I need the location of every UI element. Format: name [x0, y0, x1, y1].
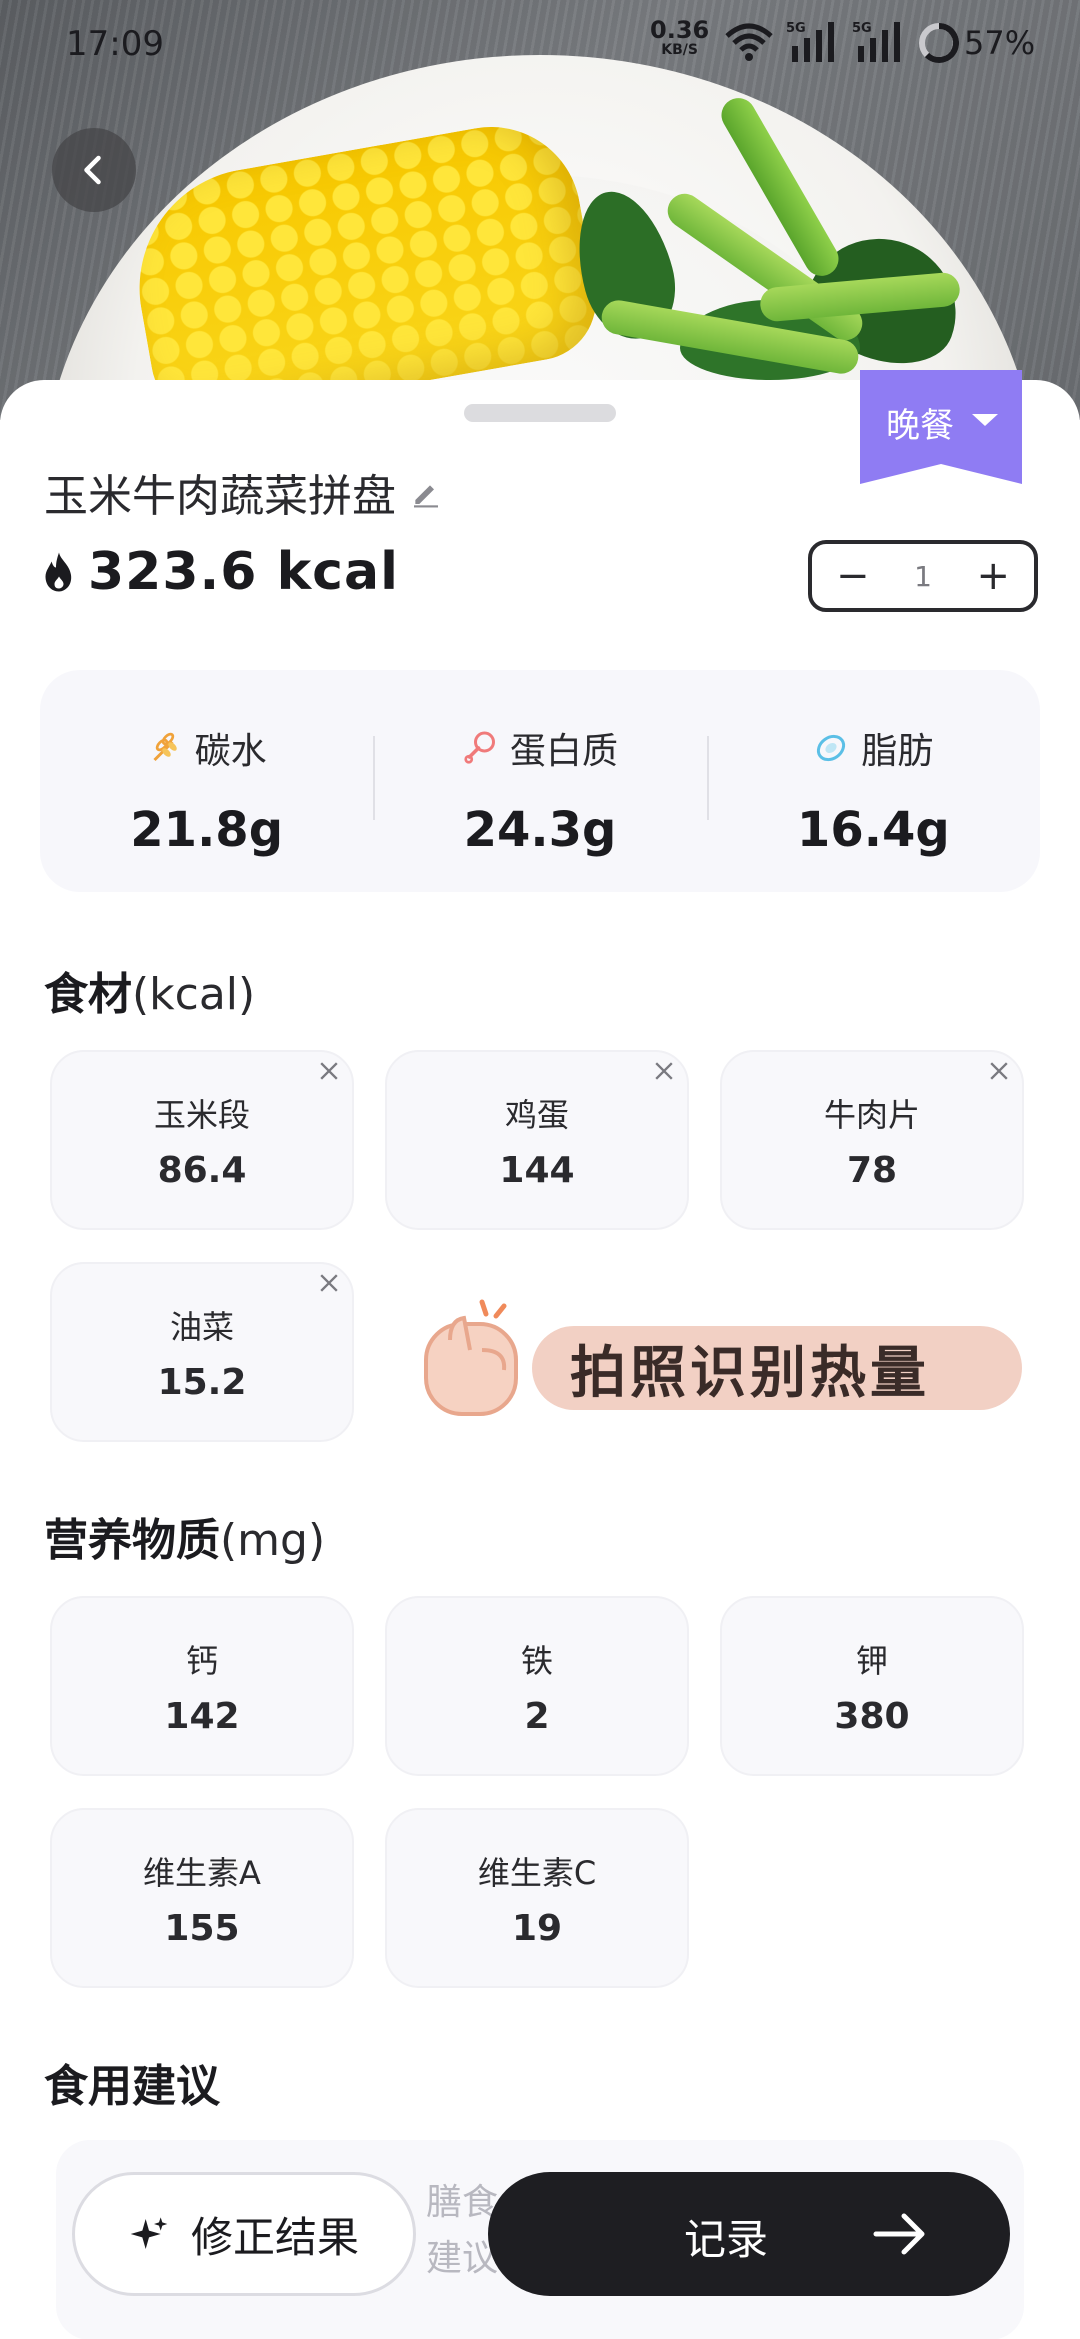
meal-type-label: 晚餐 — [886, 406, 954, 446]
svg-text:5G: 5G — [852, 21, 872, 36]
chevron-down-icon — [972, 414, 998, 426]
nutrient-name: 铁 — [520, 1641, 553, 1680]
battery-percent: 57% — [964, 24, 1036, 62]
back-button[interactable] — [52, 128, 136, 212]
thumbs-up-icon — [424, 1299, 518, 1416]
flame-icon — [45, 552, 72, 592]
nutrient-value: 19 — [511, 1907, 563, 1949]
ingredient-kcal: 15.2 — [157, 1361, 247, 1403]
battery-icon — [919, 22, 960, 63]
sparkle-icon — [130, 2217, 168, 2249]
greens-image — [560, 91, 976, 390]
macro-protein-label: 蛋白质 — [509, 731, 618, 772]
close-icon[interactable] — [651, 1058, 677, 1084]
nutrient-card: 钙 142 — [50, 1596, 354, 1776]
ingredient-name: 油菜 — [169, 1307, 234, 1346]
advice-title: 食用建议 — [44, 2061, 220, 2112]
dish-name: 玉米牛肉蔬菜拼盘 — [44, 471, 396, 522]
ingredient-name: 牛肉片 — [823, 1095, 920, 1134]
pencil-icon[interactable] — [410, 476, 442, 508]
ingredient-card[interactable]: 牛肉片 78 — [720, 1050, 1024, 1230]
ingredient-name: 玉米段 — [153, 1095, 250, 1134]
drumstick-icon — [464, 731, 495, 764]
nutrient-card: 维生素A 155 — [50, 1808, 354, 1988]
ingredients-title: 食材(kcal) — [44, 969, 256, 1020]
dish-name-row[interactable]: 玉米牛肉蔬菜拼盘 — [44, 460, 442, 524]
nutrient-name: 维生素A — [143, 1853, 261, 1892]
ingredient-card[interactable]: 玉米段 86.4 — [50, 1050, 354, 1230]
macro-summary: 碳水 21.8g 蛋白质 24.3g 脂肪 16.4g — [40, 670, 1040, 892]
wifi-icon — [725, 23, 773, 61]
ingredient-kcal: 78 — [846, 1149, 898, 1191]
ingredient-kcal: 86.4 — [157, 1149, 247, 1191]
decrease-button[interactable]: − — [836, 556, 870, 596]
cell-signal-2-icon: 5G — [852, 21, 900, 62]
fix-result-label: 修正结果 — [190, 2212, 359, 2262]
nutrients-title: 营养物质(mg) — [44, 1515, 326, 1566]
quantity-stepper[interactable]: − 1 + — [808, 540, 1038, 612]
nutrient-value: 380 — [834, 1695, 910, 1737]
nutrient-card: 钾 380 — [720, 1596, 1024, 1776]
promo-text: 拍照识别热量 — [570, 1341, 930, 1406]
oil-drop-icon — [817, 734, 846, 762]
close-icon[interactable] — [316, 1058, 342, 1084]
close-icon[interactable] — [986, 1058, 1012, 1084]
ingredient-name: 鸡蛋 — [504, 1095, 569, 1134]
nutrient-value: 155 — [164, 1907, 240, 1949]
sheet-drag-handle[interactable] — [464, 404, 616, 422]
macro-fat-label: 脂肪 — [861, 731, 934, 772]
macro-carbs-label: 碳水 — [194, 731, 267, 772]
macro-fat: 脂肪 16.4g — [706, 670, 1040, 892]
detail-sheet: 晚餐 玉米牛肉蔬菜拼盘 323.6 kcal − 1 + 碳水 21.8g 蛋白… — [0, 370, 1080, 2339]
wheat-icon — [153, 732, 177, 762]
chevron-left-icon — [84, 155, 101, 185]
ingredient-card[interactable]: 油菜 15.2 — [50, 1262, 354, 1442]
cell-signal-1-icon: 5G — [786, 21, 834, 62]
increase-button[interactable]: + — [976, 556, 1010, 596]
calorie-total: 323.6 kcal — [40, 542, 399, 602]
svg-text:5G: 5G — [786, 21, 806, 36]
macro-carbs: 碳水 21.8g — [40, 670, 373, 892]
close-icon[interactable] — [316, 1270, 342, 1296]
network-speed: 0.36 KB/S — [650, 16, 710, 58]
nutrient-name: 钾 — [855, 1641, 888, 1680]
macro-fat-amount: 16.4g — [796, 802, 950, 858]
status-time: 17:09 — [66, 24, 164, 64]
nutrient-value: 2 — [524, 1695, 550, 1737]
macro-protein: 蛋白质 24.3g — [373, 670, 706, 892]
record-button[interactable]: 记录 — [488, 2172, 1010, 2296]
nutrient-name: 钙 — [185, 1641, 218, 1680]
macro-carbs-amount: 21.8g — [130, 802, 284, 858]
macro-protein-amount: 24.3g — [463, 802, 617, 858]
calorie-value: 323.6 kcal — [88, 542, 399, 602]
record-label: 记录 — [684, 2215, 769, 2264]
photo-recognition-banner[interactable]: 拍照识别热量 — [420, 1290, 1030, 1420]
arrow-right-icon — [873, 2213, 925, 2255]
status-bar: 17:09 0.36 KB/S 5G 5G 57% — [0, 0, 1080, 84]
quantity-value: 1 — [914, 559, 932, 593]
ingredient-card[interactable]: 鸡蛋 144 — [385, 1050, 689, 1230]
nutrient-card: 铁 2 — [385, 1596, 689, 1776]
nutrient-card: 维生素C 19 — [385, 1808, 689, 1988]
ingredient-kcal: 144 — [499, 1149, 575, 1191]
nutrient-value: 142 — [164, 1695, 240, 1737]
nutrient-name: 维生素C — [477, 1853, 597, 1892]
meal-type-selector[interactable]: 晚餐 — [860, 370, 1022, 496]
fix-result-button[interactable]: 修正结果 — [72, 2172, 416, 2296]
